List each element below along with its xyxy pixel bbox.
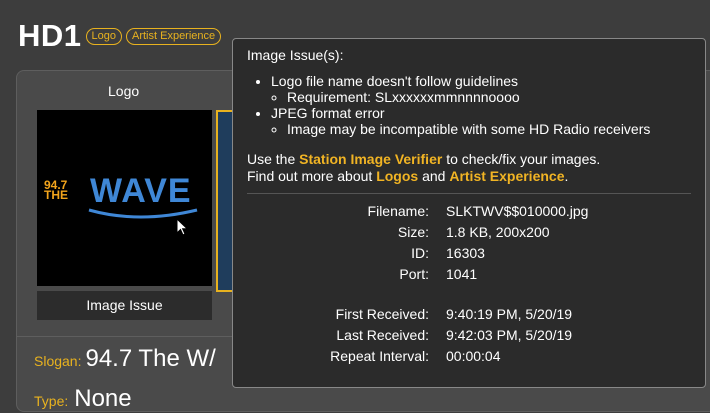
station-header: HD1 Logo Artist Experience [18, 18, 222, 54]
issue-list: Logo file name doesn't follow guidelines… [247, 73, 691, 137]
port-value: 1041 [446, 266, 478, 282]
last-received-label: Last Received: [336, 327, 429, 343]
more-info-line: Find out more about Logos and Artist Exp… [247, 168, 691, 185]
filename-label: Filename: [367, 203, 429, 219]
image-issue-button[interactable]: Image Issue [37, 291, 212, 320]
image-info-table: Filename: SLKTWV$$010000.jpg Size: 1.8 K… [247, 202, 691, 365]
issue-title: Logo file name doesn't follow guidelines [271, 73, 519, 89]
first-received-label: First Received: [335, 306, 429, 322]
slogan-label: Slogan: [34, 353, 82, 369]
type-value: None [74, 385, 132, 412]
logo-wordmark: WAVE [90, 172, 192, 210]
station-image-verifier-link[interactable]: Station Image Verifier [299, 151, 442, 167]
station-title: HD1 [18, 18, 82, 53]
first-received-value: 9:40:19 PM, 5/20/19 [446, 306, 573, 322]
verifier-suffix: to check/fix your images. [442, 151, 601, 167]
id-label: ID: [411, 245, 429, 261]
logo-image[interactable]: 94.7 THE WAVE [37, 110, 212, 286]
artist-experience-badge[interactable]: Artist Experience [126, 27, 222, 45]
mouse-pointer-icon [176, 218, 189, 236]
more-mid: and [418, 168, 450, 184]
issue-title: JPEG format error [271, 105, 385, 121]
more-prefix: Find out more about [247, 168, 377, 184]
last-received-value: 9:42:03 PM, 5/20/19 [446, 327, 573, 343]
issue-item: JPEG format error Image may be incompati… [271, 105, 691, 137]
image-issue-tooltip: Image Issue(s): Logo file name doesn't f… [232, 38, 706, 388]
size-label: Size: [397, 224, 429, 240]
id-value: 16303 [446, 245, 485, 261]
issue-detail: Image may be incompatible with some HD R… [287, 121, 691, 137]
logo-frequency-the: THE [44, 188, 68, 202]
type-row: Type: None [34, 385, 132, 413]
verifier-prefix: Use the [247, 151, 300, 167]
panel-divider [17, 336, 232, 337]
issue-item: Logo file name doesn't follow guidelines… [271, 73, 691, 105]
tooltip-heading: Image Issue(s): [247, 47, 344, 63]
size-value: 1.8 KB, 200x200 [446, 224, 550, 240]
slogan-value: 94.7 The W/ [85, 345, 216, 372]
type-label: Type: [34, 393, 69, 409]
issue-detail: Requirement: SLxxxxxxmmnnnnoooo [287, 89, 691, 105]
artist-experience-link[interactable]: Artist Experience [449, 168, 564, 184]
verifier-line: Use the Station Image Verifier to check/… [247, 151, 691, 168]
port-label: Port: [399, 266, 429, 282]
logo-badge[interactable]: Logo [85, 27, 122, 45]
repeat-interval-label: Repeat Interval: [330, 348, 429, 364]
tooltip-divider [247, 193, 691, 194]
repeat-interval-value: 00:00:04 [446, 348, 501, 364]
logo-frequency: 94.7 THE [44, 179, 68, 202]
slogan-row: Slogan: 94.7 The W/ [34, 345, 216, 373]
more-suffix: . [564, 168, 569, 184]
logo-card-label: Logo [108, 83, 140, 99]
logos-link[interactable]: Logos [376, 168, 418, 184]
filename-value: SLKTWV$$010000.jpg [446, 203, 589, 219]
help-text: Use the Station Image Verifier to check/… [247, 151, 691, 185]
